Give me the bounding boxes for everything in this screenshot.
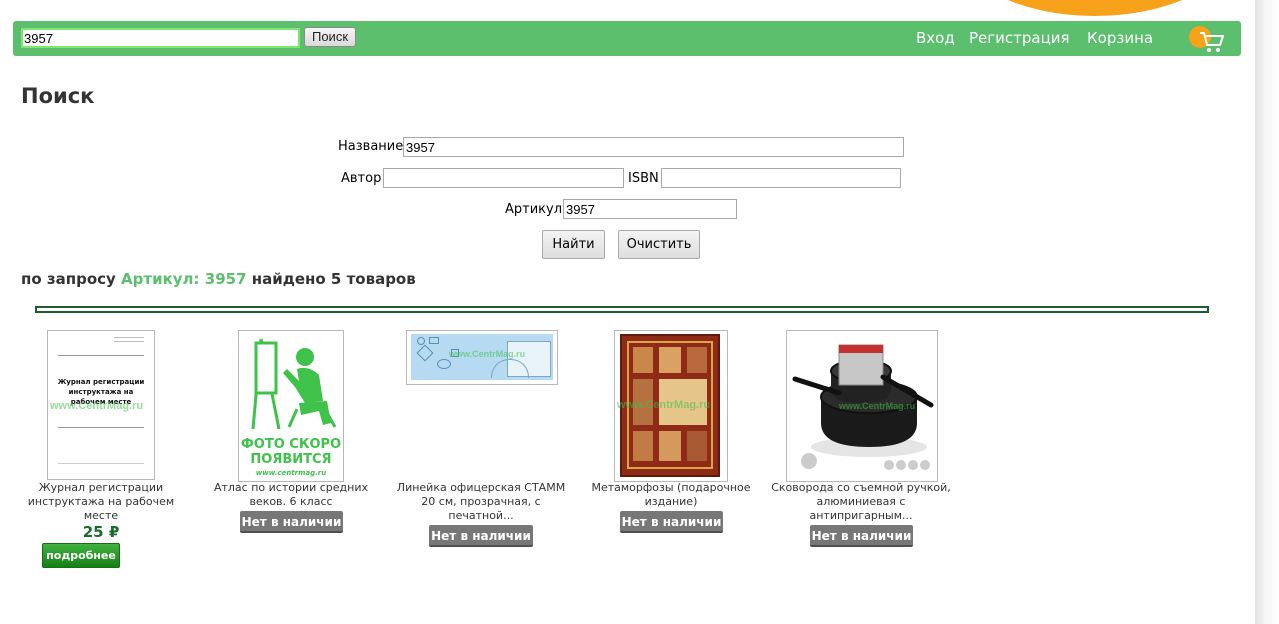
product-name[interactable]: Сковорода со съемной ручкой, алюминиевая… — [770, 481, 952, 523]
results-count: найдено 5 товаров — [251, 270, 416, 288]
product-name[interactable]: Линейка офицерская СТАММ 20 см, прозрачн… — [390, 481, 572, 523]
results-divider — [35, 306, 1209, 313]
product-name[interactable]: Журнал регистрации инструктажа на рабоче… — [10, 481, 192, 523]
document-cover-image[interactable]: Журнал регистрации инструктажа на рабоче… — [47, 330, 155, 480]
author-label: Автор — [341, 171, 382, 186]
results-prefix: по запросу — [21, 270, 116, 288]
header-decoration — [945, 0, 1245, 16]
placeholder-text: ФОТО СКОРО ПОЯВИТСЯ — [240, 437, 342, 467]
watermark-text: www.CentrMag.ru — [50, 400, 144, 412]
product-name[interactable]: Метаморфозы (подарочное издание) — [580, 481, 762, 509]
author-field[interactable] — [383, 168, 624, 188]
cart-link[interactable]: Корзина — [1087, 29, 1153, 47]
isbn-field[interactable] — [661, 168, 901, 188]
watermark-text: www.CentrMag.ru — [617, 399, 711, 411]
find-button[interactable]: Найти — [542, 230, 605, 259]
clear-button[interactable]: Очистить — [618, 230, 700, 259]
product-price: 25 ₽ — [82, 523, 120, 541]
painter-placeholder-image[interactable]: ФОТО СКОРО ПОЯВИТСЯ www.centrmag.ru — [238, 330, 344, 482]
article-label: Артикул — [505, 202, 563, 217]
isbn-label: ISBN — [628, 171, 659, 186]
cart-icon[interactable] — [1199, 30, 1225, 54]
watermark-text: www.CentrMag.ru — [449, 349, 526, 359]
name-label: Название — [338, 139, 404, 154]
out-of-stock-badge: Нет в наличии — [810, 525, 913, 547]
page-edge-shadow — [1255, 0, 1279, 624]
results-query: Артикул: 3957 — [121, 270, 247, 288]
header-search-button[interactable]: Поиск — [304, 27, 356, 47]
details-button[interactable]: подробнее — [42, 543, 120, 568]
name-field[interactable] — [403, 137, 904, 157]
watermark-text: www.CentrMag.ru — [839, 401, 916, 411]
page-title: Поиск — [21, 84, 95, 108]
book-cover-image[interactable]: www.CentrMag.ru — [614, 330, 728, 482]
product-name[interactable]: Атлас по истории средних веков. 6 класс — [200, 481, 382, 509]
article-field[interactable] — [563, 199, 737, 219]
out-of-stock-badge: Нет в наличии — [620, 511, 723, 533]
ruler-image[interactable]: www.CentrMag.ru — [406, 330, 558, 385]
placeholder-site: www.centrmag.ru — [255, 469, 327, 477]
header-search-input[interactable] — [21, 28, 300, 48]
register-link[interactable]: Регистрация — [969, 29, 1070, 47]
login-link[interactable]: Вход — [916, 29, 955, 47]
out-of-stock-badge: Нет в наличии — [429, 525, 533, 547]
out-of-stock-badge: Нет в наличии — [240, 511, 343, 533]
results-summary: по запросу Артикул: 3957 найдено 5 товар… — [21, 270, 416, 288]
frying-pan-image[interactable]: www.CentrMag.ru — [786, 330, 938, 482]
